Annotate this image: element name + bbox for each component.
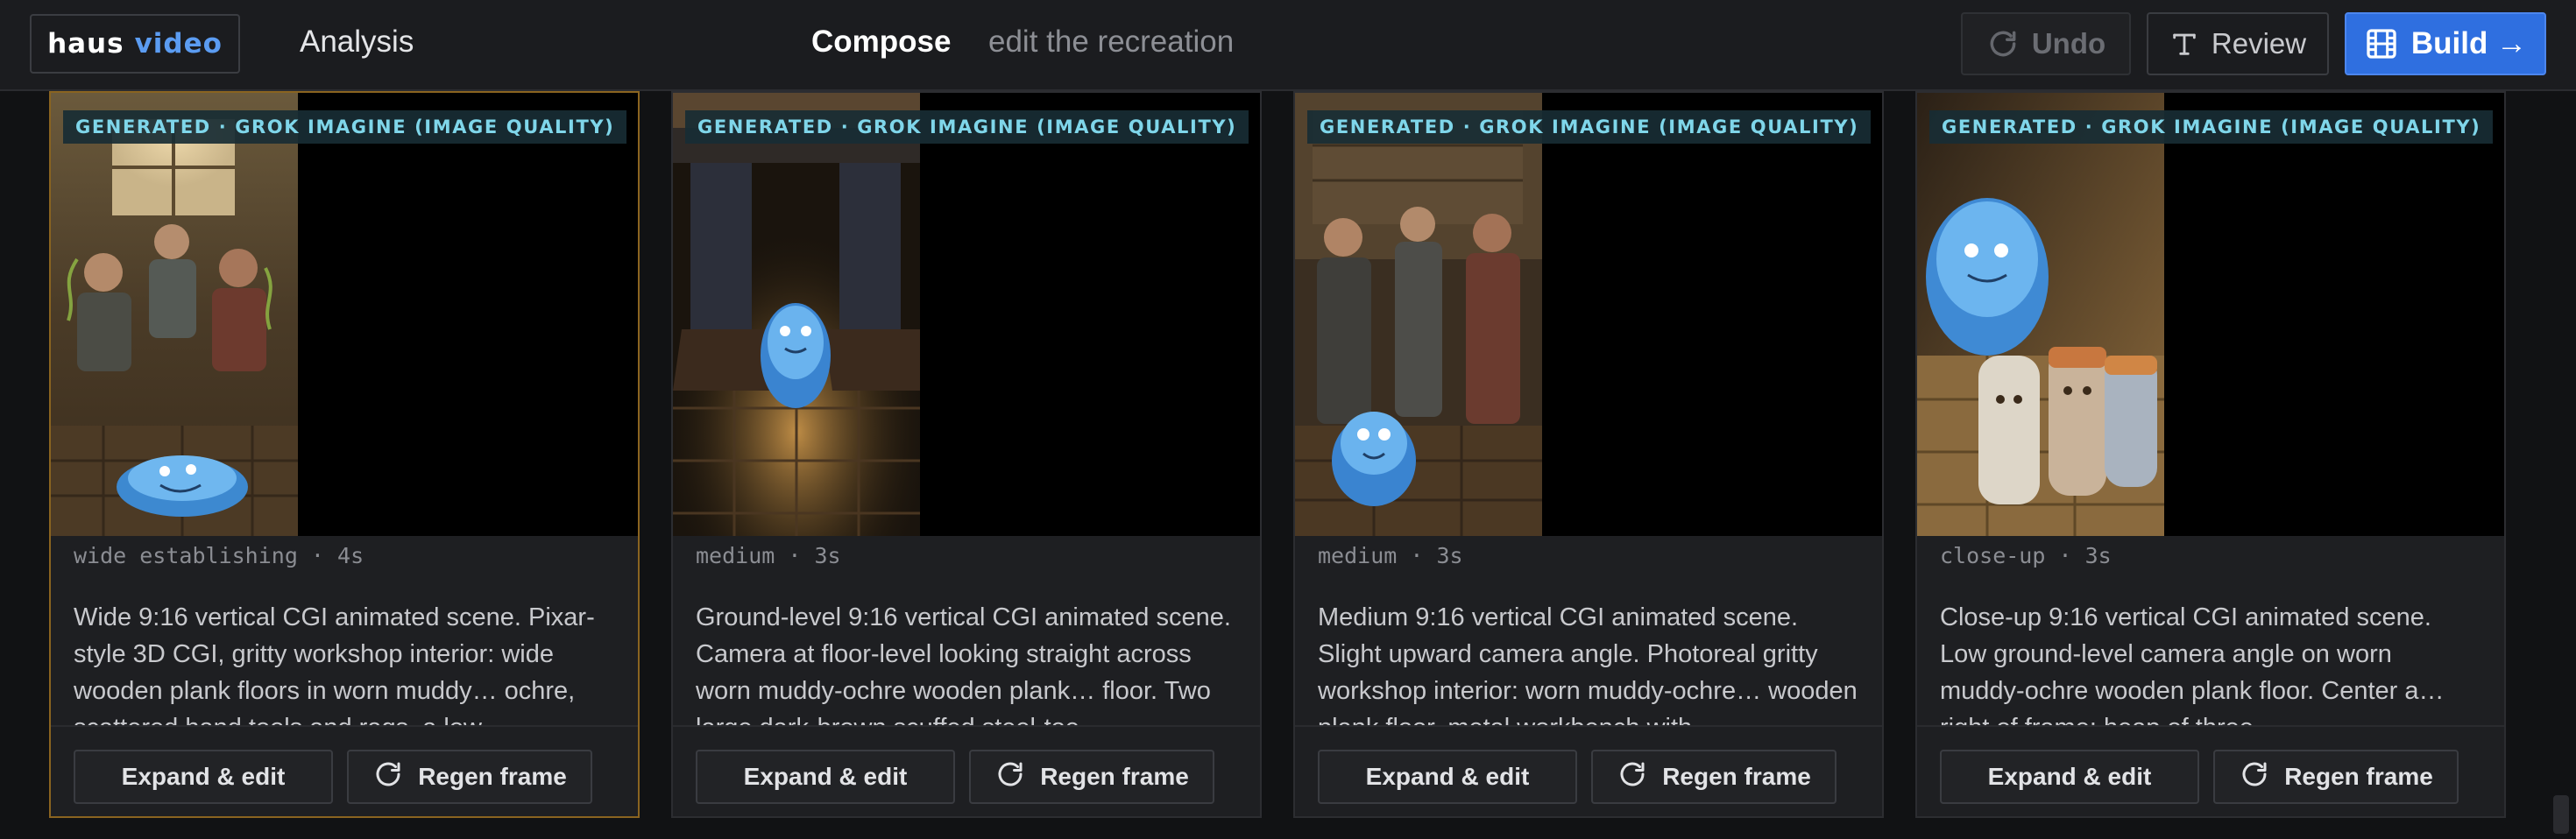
- build-button[interactable]: Build →: [2345, 12, 2546, 75]
- shot-meta: wide establishing · 4s: [74, 543, 364, 568]
- app-logo[interactable]: haus video: [30, 14, 240, 74]
- review-button[interactable]: Review: [2147, 12, 2329, 75]
- expand-edit-label: Expand & edit: [1987, 763, 2152, 790]
- card-footer: Expand & edit Regen frame: [673, 725, 1260, 816]
- expand-edit-button[interactable]: Expand & edit: [74, 750, 333, 804]
- refresh-icon: [2239, 758, 2270, 796]
- shot-meta: close-up · 3s: [1940, 543, 2112, 568]
- page-subtitle: edit the recreation: [988, 25, 1235, 59]
- logo-word-haus: haus: [47, 28, 124, 60]
- regen-frame-label: Regen frame: [2284, 763, 2433, 790]
- expand-edit-button[interactable]: Expand & edit: [1940, 750, 2199, 804]
- frame-preview: GENERATED · GROK IMAGINE (IMAGE QUALITY): [1295, 93, 1882, 536]
- expand-edit-label: Expand & edit: [1365, 763, 1530, 790]
- refresh-icon: [1986, 27, 2020, 60]
- nav-compose[interactable]: Compose: [811, 25, 951, 60]
- frame-thumbnail: [673, 93, 920, 536]
- generation-badge: GENERATED · GROK IMAGINE (IMAGE QUALITY): [1307, 110, 1872, 144]
- nav-analysis[interactable]: Analysis: [300, 25, 414, 60]
- frame-preview: GENERATED · GROK IMAGINE (IMAGE QUALITY): [1917, 93, 2504, 536]
- refresh-icon: [994, 758, 1026, 796]
- generation-badge: GENERATED · GROK IMAGINE (IMAGE QUALITY): [1929, 110, 2494, 144]
- film-icon: [2364, 26, 2399, 61]
- card-footer: Expand & edit Regen frame: [51, 725, 638, 816]
- undo-button[interactable]: Undo: [1961, 12, 2131, 75]
- expand-edit-button[interactable]: Expand & edit: [1318, 750, 1577, 804]
- expand-edit-button[interactable]: Expand & edit: [696, 750, 955, 804]
- expand-edit-label: Expand & edit: [121, 763, 286, 790]
- regen-frame-label: Regen frame: [1662, 763, 1811, 790]
- top-bar: haus video Analysis Compose edit the rec…: [0, 0, 2576, 91]
- card-footer: Expand & edit Regen frame: [1295, 725, 1882, 816]
- regen-frame-button[interactable]: Regen frame: [1591, 750, 1836, 804]
- refresh-icon: [1617, 758, 1648, 796]
- frame-thumbnail: [1295, 93, 1542, 536]
- shot-card[interactable]: GENERATED · GROK IMAGINE (IMAGE QUALITY)…: [1293, 91, 1884, 818]
- shot-card[interactable]: GENERATED · GROK IMAGINE (IMAGE QUALITY)…: [49, 91, 640, 818]
- frame-thumbnail: [1917, 93, 2164, 536]
- undo-label: Undo: [2031, 27, 2106, 60]
- frame-preview: GENERATED · GROK IMAGINE (IMAGE QUALITY): [673, 93, 1260, 536]
- shot-meta: medium · 3s: [1318, 543, 1463, 568]
- review-label: Review: [2211, 27, 2307, 60]
- regen-frame-button[interactable]: Regen frame: [969, 750, 1214, 804]
- regen-frame-label: Regen frame: [1040, 763, 1189, 790]
- regen-frame-button[interactable]: Regen frame: [2213, 750, 2459, 804]
- generation-badge: GENERATED · GROK IMAGINE (IMAGE QUALITY): [685, 110, 1249, 144]
- frame-thumbnail: [51, 93, 298, 536]
- regen-frame-label: Regen frame: [418, 763, 567, 790]
- text-type-icon: [2169, 29, 2199, 59]
- frame-preview: GENERATED · GROK IMAGINE (IMAGE QUALITY): [51, 93, 638, 536]
- shot-card[interactable]: GENERATED · GROK IMAGINE (IMAGE QUALITY)…: [671, 91, 1262, 818]
- card-footer: Expand & edit Regen frame: [1917, 725, 2504, 816]
- logo-word-video: video: [134, 28, 223, 60]
- build-label: Build →: [2410, 26, 2528, 60]
- shot-meta: medium · 3s: [696, 543, 841, 568]
- scrollbar-thumb[interactable]: [2553, 795, 2569, 834]
- regen-frame-button[interactable]: Regen frame: [347, 750, 592, 804]
- shot-card[interactable]: GENERATED · GROK IMAGINE (IMAGE QUALITY)…: [1915, 91, 2506, 818]
- expand-edit-label: Expand & edit: [743, 763, 908, 790]
- refresh-icon: [372, 758, 404, 796]
- generation-badge: GENERATED · GROK IMAGINE (IMAGE QUALITY): [63, 110, 627, 144]
